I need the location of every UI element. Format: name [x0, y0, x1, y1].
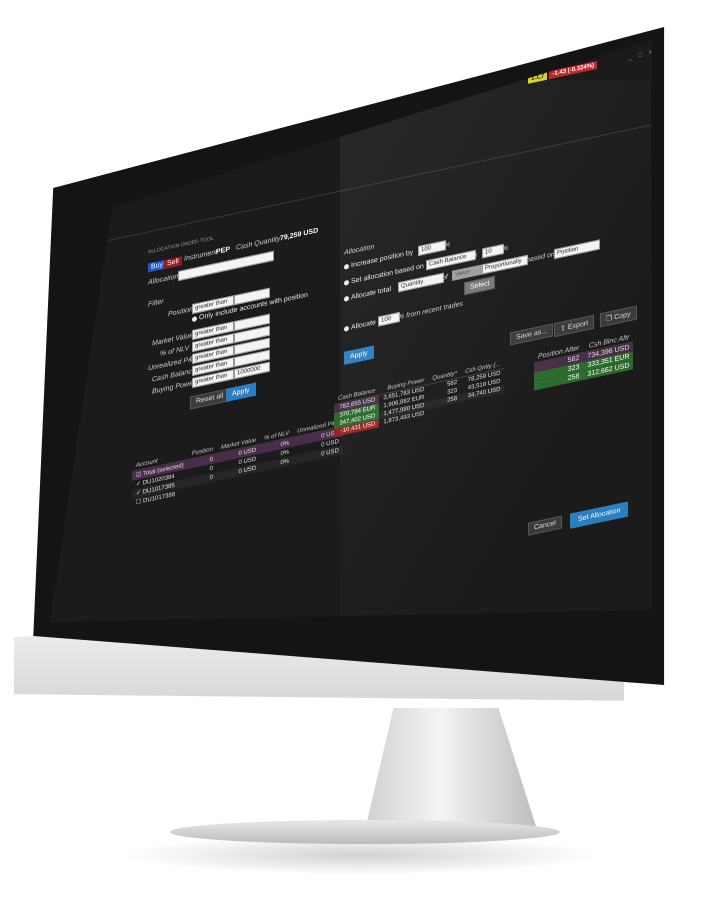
sell-button[interactable]: Sell — [164, 256, 182, 270]
export-icon: ⇪ — [560, 324, 568, 333]
nlv-label: % of NLV — [160, 344, 190, 358]
after-table: Position After Csh Blnc Aftr 582 734,396… — [534, 332, 634, 391]
set-multiply: x — [474, 251, 478, 260]
radio-icon — [344, 279, 349, 286]
alloc-option-total-label: Allocate total — [351, 285, 392, 302]
radio-icon — [344, 263, 349, 270]
radio-icon — [344, 325, 349, 332]
filter-position-label: Position — [168, 305, 193, 319]
allocation-apply-button[interactable]: Apply — [344, 345, 374, 365]
copy-icon: ❐ — [606, 314, 615, 324]
cancel-button[interactable]: Cancel — [528, 515, 562, 536]
filter-title: Filter — [148, 298, 164, 309]
select-button[interactable]: Select — [464, 275, 496, 296]
accounts-table-body: ☑ Total (selected) 0 0 USD 0% 0 USD ✓ DU… — [132, 426, 343, 508]
filter-apply-button[interactable]: Apply — [226, 382, 256, 402]
copy-label: Copy — [614, 310, 631, 322]
export-button[interactable]: ⇪ Export — [554, 314, 595, 338]
balances-table: Cash Balance Buying Power Quantity* Csh … — [334, 359, 505, 437]
cash-quantity-value: 79,259 USD — [280, 227, 319, 243]
alloc-option-recent-label: Allocate — [351, 319, 376, 332]
export-label: Export — [567, 319, 589, 332]
set-unit: % — [502, 244, 509, 254]
checkbox-icon — [192, 315, 197, 322]
allocation-order-tool-window: 1.1,7 -1.43 (-0.324%) _ □ ✕ ALLOCATION O… — [108, 40, 652, 620]
alloc-option-total[interactable]: Allocate total — [344, 286, 391, 303]
allocation-title: Allocation — [344, 243, 375, 257]
set-percent-input[interactable]: 10 — [482, 243, 504, 259]
cash-quantity-label: Cash Quantity — [236, 235, 281, 252]
total-based-select[interactable]: Position — [554, 239, 600, 260]
save-as-button[interactable]: Save as... — [510, 323, 554, 346]
increase-percent-input[interactable]: 100 — [418, 240, 446, 257]
imac-monitor: 1.1,7 -1.43 (-0.324%) _ □ ✕ ALLOCATION O… — [0, 0, 707, 900]
increase-unit: % — [444, 241, 451, 250]
accounts-table: Account Position Market Value % of NLV U… — [132, 418, 343, 508]
copy-button[interactable]: ❐ Copy — [600, 305, 637, 328]
set-allocation-button[interactable]: Set Allocation — [570, 501, 629, 529]
monitor-stand-base — [170, 820, 560, 844]
radio-icon — [344, 295, 349, 302]
total-type-select[interactable]: Quantity — [398, 272, 444, 293]
recent-percent-input[interactable]: 100 — [378, 311, 400, 327]
alloc-option-recent[interactable]: Allocate — [344, 319, 376, 333]
recent-trades-label: % from recent trades — [398, 300, 463, 322]
instrument-label: Instrument — [184, 248, 218, 263]
total-method-select[interactable]: Proportionally — [482, 254, 528, 275]
instrument-value: PEP — [216, 246, 231, 257]
reset-all-button[interactable]: Reset all — [190, 388, 230, 410]
total-based-on: based on — [526, 251, 555, 265]
allocation-field-label: Allocation — [148, 273, 179, 287]
total-of: of — [442, 273, 448, 283]
